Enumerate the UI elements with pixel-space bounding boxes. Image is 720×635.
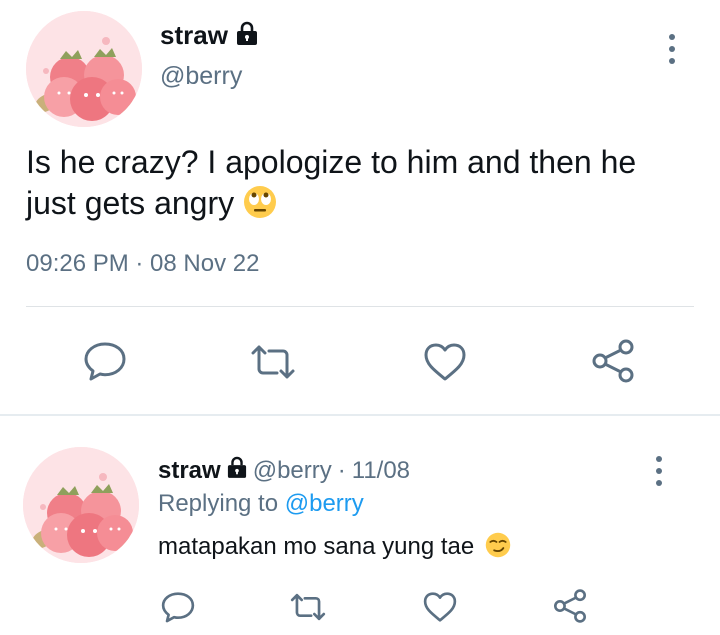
- lock-icon: [236, 21, 258, 50]
- smirk-emoji-icon: [485, 532, 511, 565]
- like-icon[interactable]: [422, 342, 468, 382]
- more-icon[interactable]: [669, 34, 675, 64]
- reply-avatar[interactable]: [23, 447, 139, 563]
- reply-author-name[interactable]: straw: [158, 457, 221, 485]
- author-handle[interactable]: @berry: [160, 62, 242, 91]
- tweet-text: Is he crazy? I apologize to him and then…: [26, 142, 686, 229]
- reply-more-icon[interactable]: [656, 456, 662, 486]
- reply-retweet-icon[interactable]: [288, 592, 328, 622]
- tweet-body: Is he crazy? I apologize to him and then…: [26, 144, 637, 221]
- reply-icon[interactable]: [82, 340, 128, 382]
- strawberry-avatar-image: [23, 447, 139, 563]
- share-icon[interactable]: [590, 339, 636, 383]
- tweet-timestamp[interactable]: 09:26 PM · 08 Nov 22: [26, 250, 259, 278]
- replying-to-label: Replying to: [158, 490, 285, 517]
- reply-share-icon[interactable]: [552, 589, 588, 623]
- eye-roll-emoji-icon: [243, 185, 277, 229]
- separator-dot: ·: [337, 456, 346, 484]
- reply-text: matapakan mo sana yung tae: [158, 532, 511, 565]
- divider: [26, 306, 694, 307]
- reply-header: straw @berry · 11/08: [158, 456, 410, 485]
- avatar[interactable]: [26, 11, 142, 127]
- replying-to-handle-link[interactable]: @berry: [285, 490, 364, 517]
- reply-body: matapakan mo sana yung tae: [158, 533, 475, 560]
- reply-author-handle[interactable]: @berry: [253, 457, 332, 485]
- author-name[interactable]: straw: [160, 20, 228, 51]
- retweet-icon[interactable]: [248, 343, 298, 381]
- reply-date: 11/08: [351, 456, 411, 484]
- strawberry-avatar-image: [26, 11, 142, 127]
- lock-icon: [227, 456, 247, 485]
- reply-reply-icon[interactable]: [160, 590, 196, 624]
- reply-like-icon[interactable]: [422, 591, 458, 623]
- replying-to: Replying to @berry: [158, 490, 364, 518]
- section-divider: [0, 414, 720, 416]
